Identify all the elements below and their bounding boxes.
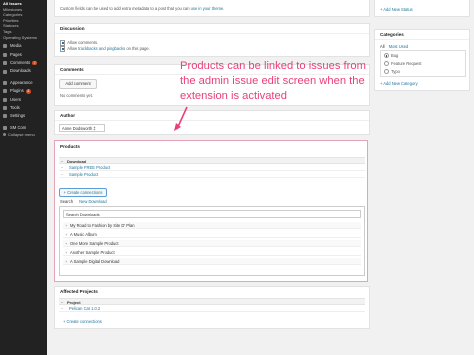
categories-checklist: Bug Feature Request Typo: [380, 50, 466, 77]
list-item[interactable]: + My Road to Fashion by Site D' Plan: [63, 222, 361, 229]
connection-tabs: Search New Download: [60, 199, 107, 204]
sidebar-item-tools[interactable]: Tools: [0, 104, 47, 112]
add-icon[interactable]: +: [65, 249, 67, 256]
table-row[interactable]: − Sample Product: [59, 171, 365, 178]
category-radio[interactable]: [384, 61, 389, 67]
no-comments-text: No comments yet.: [60, 93, 93, 98]
categories-tabs: All Most Used: [380, 44, 408, 49]
users-icon: [3, 97, 7, 102]
allow-pings-checkbox[interactable]: [60, 46, 66, 52]
affected-projects-box: Affected Projects − Project − Pelican Ca…: [54, 286, 370, 329]
annotation-arrow-icon: [174, 106, 188, 131]
admin-sidebar: All Issues Milestones Categories Priorit…: [0, 0, 47, 355]
author-title: Author: [55, 111, 369, 121]
search-panel: Search Downloads + My Road to Fashion by …: [59, 206, 365, 276]
add-icon[interactable]: +: [65, 222, 67, 229]
trackbacks-link[interactable]: trackbacks and pingbacks: [78, 46, 125, 51]
tools-icon: [3, 106, 7, 111]
list-item[interactable]: + Another Sample Product: [63, 249, 361, 256]
media-icon: [3, 44, 7, 49]
category-item[interactable]: Typo: [384, 69, 400, 75]
collapse-icon: [3, 133, 6, 137]
downloads-icon: [3, 69, 7, 74]
sidebar-item-sm-com[interactable]: SM Com: [0, 124, 47, 132]
sidebar-item-plugins[interactable]: Plugins 4: [0, 87, 47, 95]
tab-new-download[interactable]: New Download: [79, 199, 107, 204]
category-radio[interactable]: [384, 69, 389, 75]
products-title: Products: [60, 144, 80, 149]
discussion-box: Discussion Allow comments. Allow trackba…: [54, 23, 370, 57]
list-item[interactable]: + A Sample Digital Download: [63, 258, 361, 265]
sidebar-item-appearance[interactable]: Appearance: [0, 79, 47, 87]
right-column: + Add New Status Categories All Most Use…: [374, 0, 474, 355]
table-row[interactable]: − Sample FREE Product: [59, 164, 365, 171]
discussion-title: Discussion: [55, 24, 369, 34]
add-comment-button[interactable]: Add comment: [59, 79, 97, 89]
plugins-count-badge: 4: [25, 89, 31, 94]
remove-connection-icon[interactable]: −: [61, 171, 63, 178]
remove-connection-icon[interactable]: −: [61, 305, 63, 312]
sidebar-item-users[interactable]: Users: [0, 96, 47, 104]
sidebar-item-downloads[interactable]: Downloads: [0, 67, 47, 75]
category-radio[interactable]: [384, 53, 389, 59]
annotation-text: Products can be linked to issues from th…: [180, 60, 366, 102]
tab-search[interactable]: Search: [60, 199, 73, 204]
table-row[interactable]: − Pelican Cat 1.0.2: [59, 305, 365, 312]
settings-icon: [3, 114, 7, 119]
allow-comments-checkbox[interactable]: [60, 40, 66, 46]
create-project-connections-link[interactable]: + Create connections: [63, 319, 102, 324]
projects-column-header: − Project: [59, 298, 365, 305]
list-item[interactable]: + A Music Album: [63, 231, 361, 238]
remove-connection-icon[interactable]: −: [61, 164, 63, 171]
sm-com-icon: [3, 125, 7, 130]
add-icon[interactable]: +: [65, 231, 67, 238]
comments-count-badge: 7: [32, 60, 38, 66]
comments-icon: [3, 61, 7, 66]
search-downloads-input[interactable]: Search Downloads: [63, 210, 361, 218]
collapse-menu-button[interactable]: Collapse menu: [0, 132, 47, 138]
products-box: Products − Download − Sample FREE Produc…: [54, 140, 368, 282]
main-column: Custom fields can be used to add extra m…: [54, 0, 370, 355]
add-icon[interactable]: +: [65, 240, 67, 247]
categories-title: Categories: [375, 30, 469, 40]
appearance-icon: [3, 80, 7, 85]
add-icon[interactable]: +: [65, 258, 67, 265]
allow-pings-row[interactable]: Allow trackbacks and pingbacks on this p…: [60, 46, 150, 52]
create-connections-button[interactable]: + Create connections: [59, 188, 107, 197]
use-in-theme-link[interactable]: use in your theme: [191, 6, 224, 11]
plugins-icon: [3, 89, 7, 94]
add-new-status-link[interactable]: + Add New Status: [380, 7, 413, 12]
custom-fields-note: Custom fields can be used to add extra m…: [60, 6, 225, 11]
category-item[interactable]: Bug: [384, 53, 398, 59]
category-item[interactable]: Feature Request: [384, 61, 422, 67]
author-box: Author Anne Dodsworth ‡: [54, 110, 370, 135]
products-column-header: − Download: [59, 157, 365, 164]
add-new-category-link[interactable]: + Add New Category: [380, 81, 418, 86]
tab-all-categories[interactable]: All: [380, 44, 385, 49]
sidebar-item-media[interactable]: Media: [0, 42, 47, 50]
sidebar-item-comments[interactable]: Comments 7: [0, 59, 47, 67]
author-select[interactable]: Anne Dodsworth ‡: [59, 124, 105, 132]
allow-comments-row[interactable]: Allow comments.: [60, 40, 98, 46]
pages-icon: [3, 52, 7, 57]
custom-fields-box: Custom fields can be used to add extra m…: [54, 0, 370, 17]
status-box: + Add New Status: [374, 0, 470, 17]
categories-box: Categories All Most Used Bug Feature Req…: [374, 29, 470, 91]
sidebar-item-operating-systems[interactable]: Operating Systems: [0, 35, 47, 41]
sidebar-item-pages[interactable]: Pages: [0, 51, 47, 59]
sidebar-item-settings[interactable]: Settings: [0, 112, 47, 120]
tab-most-used[interactable]: Most Used: [389, 44, 409, 49]
affected-projects-title: Affected Projects: [60, 289, 98, 294]
list-item[interactable]: + One More Sample Product: [63, 240, 361, 247]
